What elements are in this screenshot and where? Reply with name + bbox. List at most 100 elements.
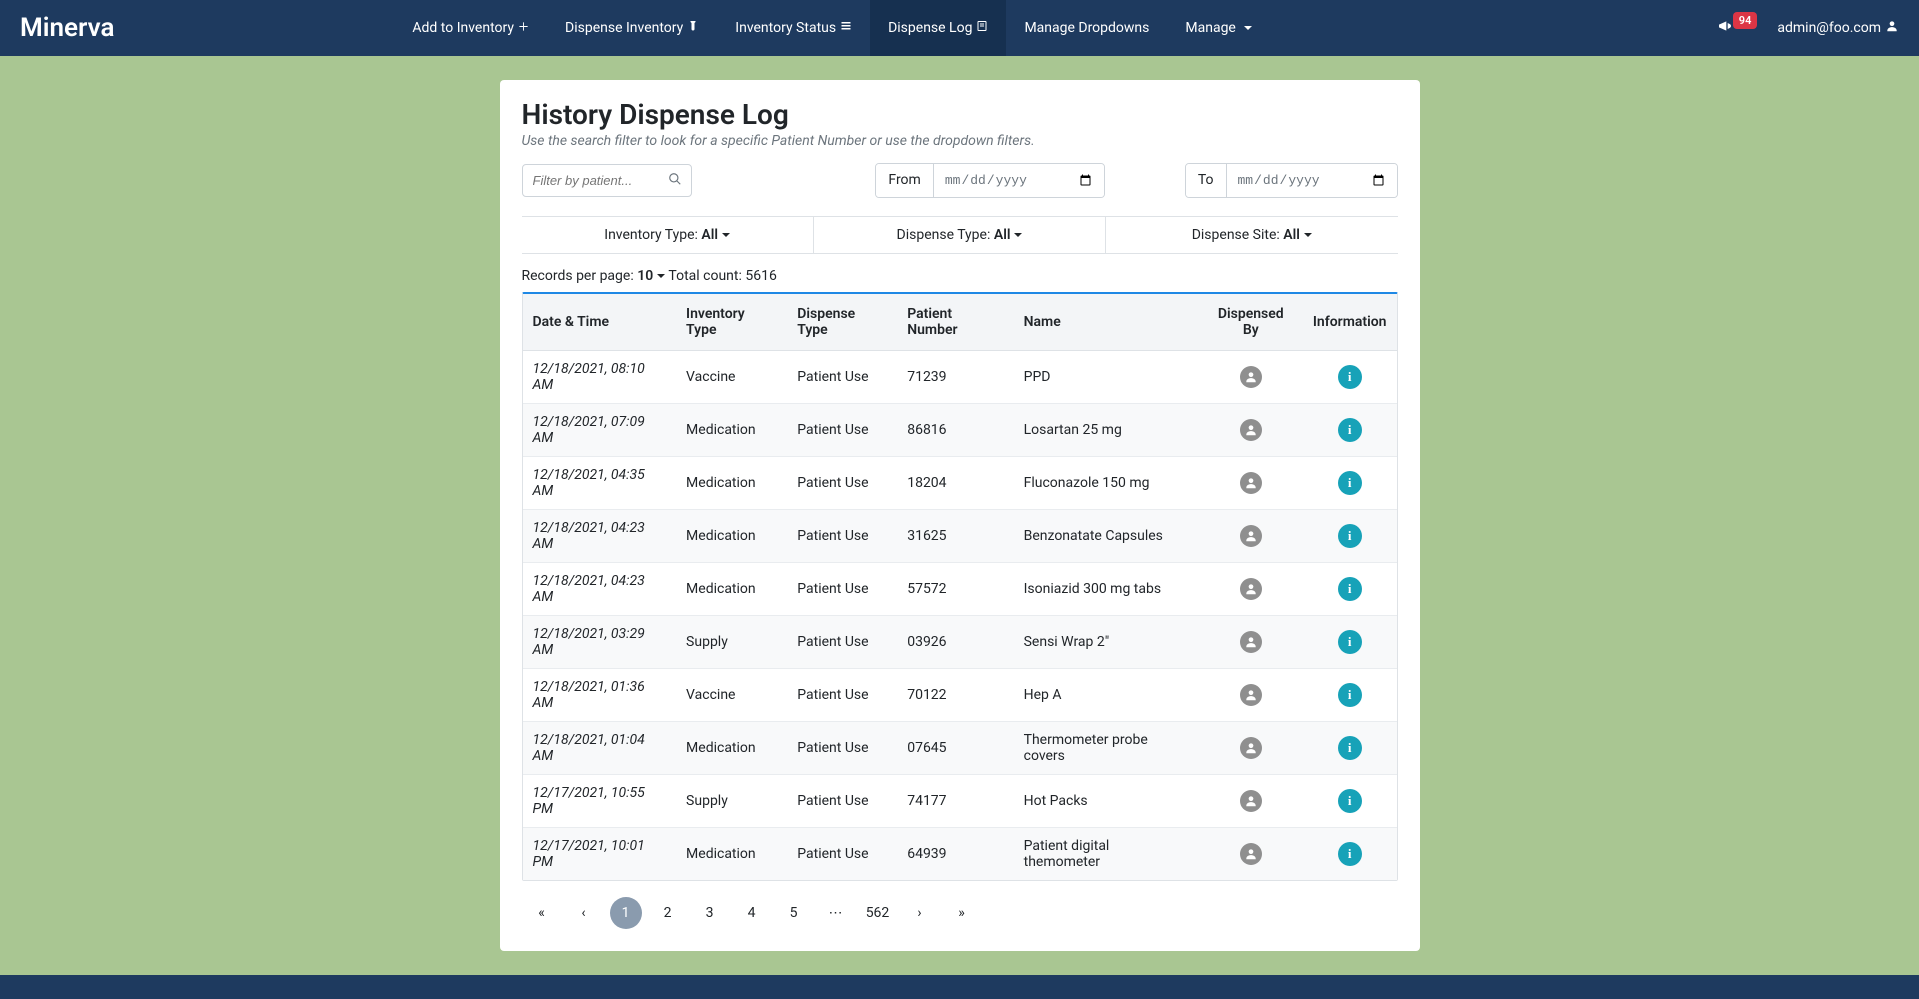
- search-box: [522, 164, 692, 197]
- table-header: Information: [1303, 294, 1397, 351]
- cell-patient: 57572: [897, 563, 1013, 616]
- info-button[interactable]: i: [1338, 842, 1362, 866]
- cell-inv-type: Supply: [676, 775, 787, 828]
- cell-dispensed-by: [1199, 351, 1303, 404]
- info-button[interactable]: i: [1338, 418, 1362, 442]
- nav-links: Add to Inventory Dispense InventoryInvent…: [394, 0, 1269, 56]
- table-wrap: Date & TimeInventory TypeDispense TypePa…: [522, 292, 1398, 881]
- table-row: 12/18/2021, 01:36 AMVaccinePatient Use70…: [523, 669, 1397, 722]
- cell-dispensed-by: [1199, 775, 1303, 828]
- cell-patient: 71239: [897, 351, 1013, 404]
- avatar-icon[interactable]: [1240, 419, 1262, 441]
- cell-disp-type: Patient Use: [787, 351, 897, 404]
- nav-item-add-to-inventory[interactable]: Add to Inventory: [394, 0, 547, 56]
- avatar-icon[interactable]: [1240, 843, 1262, 865]
- info-button[interactable]: i: [1338, 471, 1362, 495]
- cell-information: i: [1303, 669, 1397, 722]
- page-1[interactable]: 1: [610, 897, 642, 929]
- page-3[interactable]: 3: [694, 897, 726, 929]
- page-first[interactable]: «: [526, 897, 558, 929]
- info-button[interactable]: i: [1338, 365, 1362, 389]
- cell-dispensed-by: [1199, 404, 1303, 457]
- filter-dispense-site[interactable]: Dispense Site: All: [1106, 217, 1397, 253]
- page-next[interactable]: ›: [904, 897, 936, 929]
- cell-name: Sensi Wrap 2": [1014, 616, 1199, 669]
- cell-datetime: 12/17/2021, 10:55 PM: [523, 775, 677, 828]
- avatar-icon[interactable]: [1240, 366, 1262, 388]
- page-prev[interactable]: ‹: [568, 897, 600, 929]
- info-button[interactable]: i: [1338, 789, 1362, 813]
- cell-patient: 07645: [897, 722, 1013, 775]
- table-header: Patient Number: [897, 294, 1013, 351]
- filter-dispense-site-value: All: [1283, 227, 1312, 243]
- nav-item-label: Dispense Log: [888, 20, 972, 36]
- search-icon: [668, 172, 682, 190]
- page-last[interactable]: »: [946, 897, 978, 929]
- cell-information: i: [1303, 351, 1397, 404]
- cell-name: Benzonatate Capsules: [1014, 510, 1199, 563]
- filter-inventory-type[interactable]: Inventory Type: All: [522, 217, 814, 253]
- filter-dispense-type[interactable]: Dispense Type: All: [814, 217, 1106, 253]
- avatar-icon[interactable]: [1240, 684, 1262, 706]
- footer-bar: [0, 975, 1919, 999]
- table-row: 12/18/2021, 03:29 AMSupplyPatient Use039…: [523, 616, 1397, 669]
- cell-patient: 64939: [897, 828, 1013, 881]
- info-button[interactable]: i: [1338, 524, 1362, 548]
- cell-dispensed-by: [1199, 616, 1303, 669]
- cell-datetime: 12/18/2021, 01:36 AM: [523, 669, 677, 722]
- date-from-input[interactable]: [934, 164, 1104, 197]
- cell-name: Thermometer probe covers: [1014, 722, 1199, 775]
- info-button[interactable]: i: [1338, 630, 1362, 654]
- per-page-dropdown[interactable]: 10: [637, 268, 665, 284]
- avatar-icon[interactable]: [1240, 472, 1262, 494]
- total-count: 5616: [745, 268, 776, 284]
- nav-item-dispense-inventory[interactable]: Dispense Inventory: [547, 0, 717, 56]
- page-4[interactable]: 4: [736, 897, 768, 929]
- user-menu[interactable]: admin@foo.com: [1777, 19, 1899, 37]
- notification-badge: 94: [1733, 12, 1758, 29]
- nav-right: 94 admin@foo.com: [1717, 18, 1899, 38]
- info-button[interactable]: i: [1338, 736, 1362, 760]
- page-2[interactable]: 2: [652, 897, 684, 929]
- page-last-num[interactable]: 562: [862, 897, 894, 929]
- date-to-input[interactable]: [1227, 164, 1397, 197]
- date-to-group: To: [1185, 163, 1398, 198]
- cell-datetime: 12/18/2021, 03:29 AM: [523, 616, 677, 669]
- nav-item-label: Add to Inventory: [412, 20, 514, 36]
- records-line: Records per page: 10 Total count: 5616: [522, 268, 1398, 284]
- filter-bar: Inventory Type: All Dispense Type: All D…: [522, 216, 1398, 254]
- cell-information: i: [1303, 616, 1397, 669]
- brand[interactable]: Minerva: [20, 13, 114, 43]
- nav-item-dispense-log[interactable]: Dispense Log: [870, 0, 1006, 56]
- avatar-icon[interactable]: [1240, 525, 1262, 547]
- page-ellipsis[interactable]: ⋯: [820, 897, 852, 929]
- cell-disp-type: Patient Use: [787, 457, 897, 510]
- table-header: Name: [1014, 294, 1199, 351]
- search-input[interactable]: [522, 164, 692, 197]
- cell-disp-type: Patient Use: [787, 669, 897, 722]
- info-button[interactable]: i: [1338, 577, 1362, 601]
- table-row: 12/17/2021, 10:01 PMMedicationPatient Us…: [523, 828, 1397, 881]
- avatar-icon[interactable]: [1240, 578, 1262, 600]
- cell-disp-type: Patient Use: [787, 775, 897, 828]
- page-5[interactable]: 5: [778, 897, 810, 929]
- notifications-button[interactable]: 94: [1717, 18, 1761, 38]
- page-title: History Dispense Log: [522, 98, 1398, 131]
- cell-disp-type: Patient Use: [787, 404, 897, 457]
- info-button[interactable]: i: [1338, 683, 1362, 707]
- cell-information: i: [1303, 563, 1397, 616]
- cell-information: i: [1303, 404, 1397, 457]
- table-header: Dispense Type: [787, 294, 897, 351]
- nav-item-inventory-status[interactable]: Inventory Status: [717, 0, 870, 56]
- cell-patient: 31625: [897, 510, 1013, 563]
- avatar-icon[interactable]: [1240, 631, 1262, 653]
- cell-inv-type: Vaccine: [676, 351, 787, 404]
- avatar-icon[interactable]: [1240, 737, 1262, 759]
- nav-item-manage[interactable]: Manage: [1167, 0, 1269, 56]
- table-row: 12/18/2021, 04:23 AMMedicationPatient Us…: [523, 510, 1397, 563]
- cell-inv-type: Vaccine: [676, 669, 787, 722]
- cell-disp-type: Patient Use: [787, 616, 897, 669]
- nav-item-manage-dropdowns[interactable]: Manage Dropdowns: [1006, 0, 1167, 56]
- avatar-icon[interactable]: [1240, 790, 1262, 812]
- table-row: 12/18/2021, 04:23 AMMedicationPatient Us…: [523, 563, 1397, 616]
